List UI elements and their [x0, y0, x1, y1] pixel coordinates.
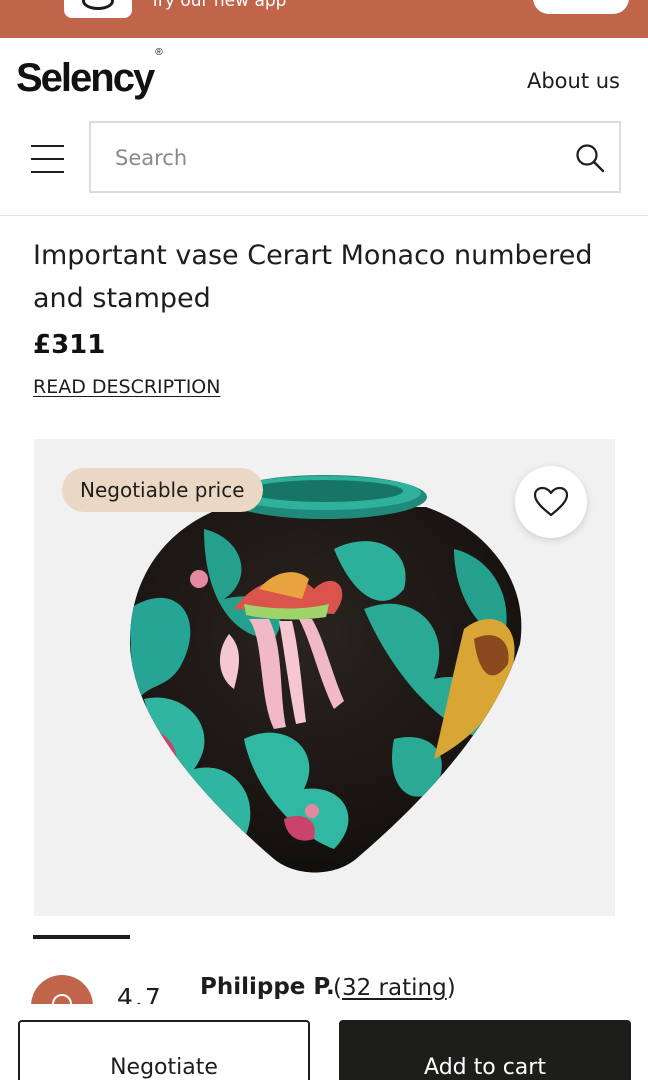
app-icon [64, 0, 132, 18]
seller-avatar[interactable] [31, 975, 93, 1004]
add-to-cart-button[interactable]: Add to cart [339, 1020, 631, 1080]
read-description-link[interactable]: READ DESCRIPTION [33, 376, 220, 398]
product-price: £311 [33, 330, 106, 360]
action-bar: Negotiate Add to cart [0, 1004, 648, 1080]
seller-rating-link[interactable]: 32 rating [342, 975, 447, 1001]
site-header: Selency® About us [0, 38, 648, 216]
app-banner-text: Try our new app [150, 0, 287, 11]
heart-outline-icon [533, 486, 569, 517]
seller-name[interactable]: Philippe P. [200, 974, 335, 1000]
seller-score: 4.7 [117, 983, 163, 1004]
search-icon[interactable] [575, 143, 605, 173]
negotiable-price-badge: Negotiable price [62, 468, 263, 512]
search-bar [89, 121, 621, 193]
hamburger-icon[interactable] [31, 145, 64, 173]
seller-rating: (32 rating) [333, 975, 456, 1001]
product-title: Important vase Cerart Monaco numbered an… [33, 240, 593, 314]
seller-info: 4.7 Philippe P. (32 rating) [0, 960, 648, 1004]
selency-logo[interactable]: Selency® [16, 47, 163, 101]
about-us-link[interactable]: About us [527, 69, 620, 93]
gallery-indicator[interactable] [33, 935, 130, 939]
negotiate-button[interactable]: Negotiate [18, 1020, 310, 1080]
app-banner-button[interactable] [533, 0, 629, 14]
favorite-button[interactable] [515, 466, 587, 538]
app-download-banner[interactable]: Try our new app [0, 0, 648, 38]
search-input[interactable] [115, 141, 555, 175]
